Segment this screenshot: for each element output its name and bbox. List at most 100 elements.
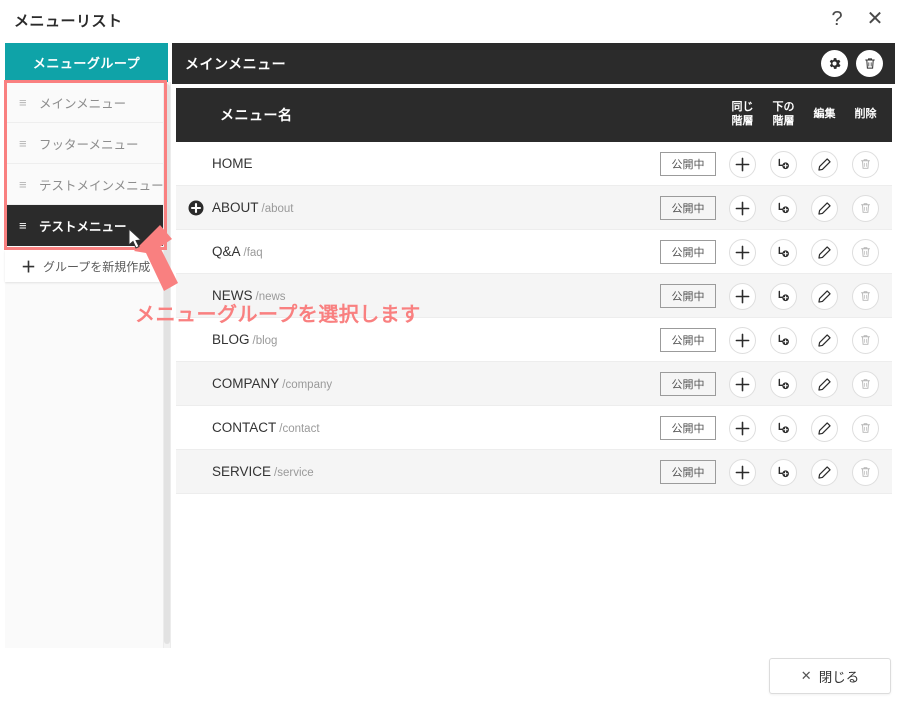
delete-button[interactable] xyxy=(852,238,879,266)
delete-button[interactable] xyxy=(852,150,879,178)
row-name-text: CONTACT xyxy=(212,420,277,435)
hamburger-icon: ≡ xyxy=(19,176,27,192)
edit-button[interactable] xyxy=(811,370,838,398)
plus-icon xyxy=(735,157,750,172)
status-badge[interactable]: 公開中 xyxy=(660,460,716,484)
row-actions: 公開中 xyxy=(660,406,886,450)
edit-button[interactable] xyxy=(811,458,838,486)
trash-icon xyxy=(859,157,872,171)
add-same-level-button[interactable] xyxy=(729,238,756,266)
add-sub-level-button[interactable] xyxy=(770,414,797,442)
edit-button[interactable] xyxy=(811,326,838,354)
status-badge[interactable]: 公開中 xyxy=(660,152,716,176)
add-sub-level-button[interactable] xyxy=(770,326,797,354)
status-badge[interactable]: 公開中 xyxy=(660,240,716,264)
table-row: Q&A/faq 公開中 xyxy=(176,230,892,274)
sidebar-scrollbar-thumb[interactable] xyxy=(164,84,170,644)
pencil-icon xyxy=(817,465,832,480)
sub-level-add-icon xyxy=(776,465,791,480)
plus-icon xyxy=(735,245,750,260)
sidebar-item-2[interactable]: ≡ フッターメニュー xyxy=(5,123,168,164)
row-menu-name: NEWS/news xyxy=(212,288,286,303)
row-path-text: /faq xyxy=(243,247,263,259)
column-same-level: 同じ 階層 xyxy=(731,101,754,127)
add-same-level-button[interactable] xyxy=(729,370,756,398)
table-row: HOME 公開中 xyxy=(176,142,892,186)
panel-header: メインメニュー xyxy=(172,43,895,84)
row-menu-name: ABOUT/about xyxy=(212,200,294,215)
table-row: CONTACT/contact 公開中 xyxy=(176,406,892,450)
row-path-text: /blog xyxy=(252,335,278,347)
status-badge[interactable]: 公開中 xyxy=(660,328,716,352)
delete-group-button[interactable] xyxy=(856,50,883,77)
sidebar-item-1[interactable]: ≡ メインメニュー xyxy=(5,82,168,123)
close-button[interactable]: ✕ 閉じる xyxy=(769,658,891,694)
delete-button[interactable] xyxy=(852,458,879,486)
row-name-text: SERVICE xyxy=(212,464,272,479)
row-menu-name: COMPANY/company xyxy=(212,376,332,391)
plus-icon xyxy=(735,377,750,392)
delete-button[interactable] xyxy=(852,282,879,310)
sidebar-item-3[interactable]: ≡ テストメインメニュー xyxy=(5,164,168,205)
delete-button[interactable] xyxy=(852,370,879,398)
row-name-text: NEWS xyxy=(212,288,253,303)
row-actions: 公開中 xyxy=(660,362,886,406)
add-sub-level-button[interactable] xyxy=(770,458,797,486)
close-icon[interactable]: ✕ xyxy=(864,8,886,30)
add-sub-level-button[interactable] xyxy=(770,282,797,310)
sidebar-item-label: フッターメニュー xyxy=(39,137,139,152)
pencil-icon xyxy=(817,245,832,260)
add-sub-level-button[interactable] xyxy=(770,150,797,178)
delete-button[interactable] xyxy=(852,326,879,354)
add-same-level-button[interactable] xyxy=(729,326,756,354)
sub-level-add-icon xyxy=(776,157,791,172)
row-menu-name: Q&A/faq xyxy=(212,244,263,259)
add-sub-level-button[interactable] xyxy=(770,194,797,222)
new-group-label: グループを新規作成 xyxy=(43,259,151,274)
edit-button[interactable] xyxy=(811,282,838,310)
sidebar-item-4[interactable]: ≡ テストメニュー xyxy=(5,205,168,246)
table-header-action-columns: 同じ 階層 下の 階層 編集 削除 xyxy=(666,88,886,142)
help-icon[interactable]: ? xyxy=(826,8,848,30)
column-menu-name: メニュー名 xyxy=(220,107,293,123)
add-same-level-button[interactable] xyxy=(729,414,756,442)
row-path-text: /contact xyxy=(279,423,320,435)
table-row: ABOUT/about 公開中 xyxy=(176,186,892,230)
trash-icon xyxy=(859,465,872,479)
row-menu-name: CONTACT/contact xyxy=(212,420,320,435)
add-sub-level-button[interactable] xyxy=(770,370,797,398)
add-same-level-button[interactable] xyxy=(729,282,756,310)
row-name-text: ABOUT xyxy=(212,200,259,215)
close-button-label: 閉じる xyxy=(818,670,860,685)
expand-toggle-icon[interactable] xyxy=(188,200,204,216)
status-badge[interactable]: 公開中 xyxy=(660,416,716,440)
plus-icon xyxy=(735,201,750,216)
row-name-text: COMPANY xyxy=(212,376,280,391)
pencil-icon xyxy=(817,201,832,216)
gear-icon xyxy=(827,56,842,71)
row-path-text: /news xyxy=(255,291,286,303)
tab-menu-group[interactable]: メニューグループ xyxy=(5,43,168,82)
row-actions: 公開中 xyxy=(660,450,886,494)
new-group-button[interactable]: ＋ グループを新規作成 xyxy=(5,250,160,282)
sub-level-add-icon xyxy=(776,201,791,216)
status-badge[interactable]: 公開中 xyxy=(660,196,716,220)
edit-button[interactable] xyxy=(811,414,838,442)
add-sub-level-button[interactable] xyxy=(770,238,797,266)
status-badge[interactable]: 公開中 xyxy=(660,372,716,396)
pencil-icon xyxy=(817,377,832,392)
add-same-level-button[interactable] xyxy=(729,458,756,486)
menu-group-list: ≡ メインメニュー ≡ フッターメニュー ≡ テストメインメニュー ≡ テストメニュー xyxy=(5,82,168,246)
add-same-level-button[interactable] xyxy=(729,194,756,222)
delete-button[interactable] xyxy=(852,414,879,442)
edit-button[interactable] xyxy=(811,194,838,222)
add-same-level-button[interactable] xyxy=(729,150,756,178)
delete-button[interactable] xyxy=(852,194,879,222)
edit-button[interactable] xyxy=(811,150,838,178)
plus-icon xyxy=(735,289,750,304)
edit-button[interactable] xyxy=(811,238,838,266)
column-delete: 削除 xyxy=(854,108,877,121)
close-x-icon: ✕ xyxy=(800,668,812,683)
settings-button[interactable] xyxy=(821,50,848,77)
status-badge[interactable]: 公開中 xyxy=(660,284,716,308)
